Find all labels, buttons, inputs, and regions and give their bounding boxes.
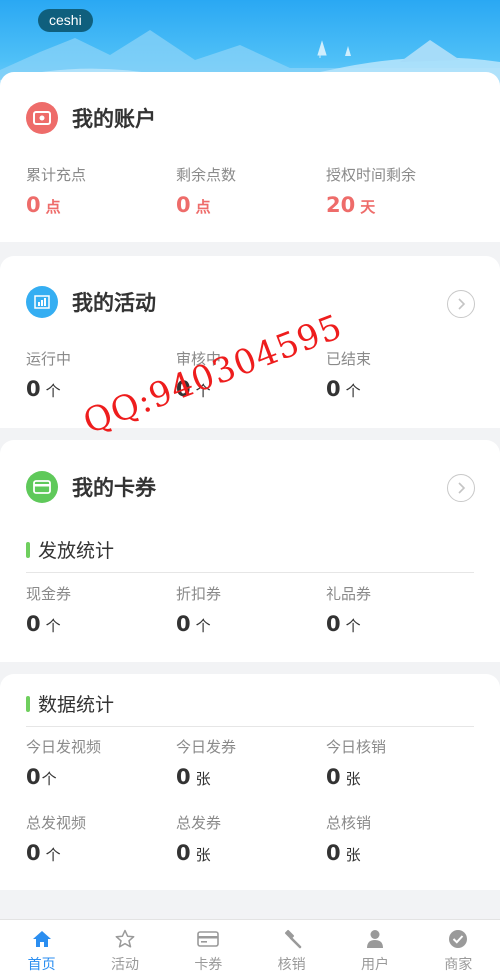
stat-value: 0个 [26,765,57,789]
stat-label: 折扣券 [176,585,222,603]
accent-bar [26,695,30,712]
stat-label: 今日发视频 [26,738,102,756]
stat-value: 0张 [176,841,211,865]
cards-header: 我的卡券 [26,471,156,503]
issue-stats-heading: 发放统计 [26,536,114,563]
stat-value: 0张 [326,841,361,865]
bottom-tab-bar: 首页 活动 卡券 核销 用户 商家 [0,919,500,980]
stat-ended: 已结束 0个 [326,348,476,401]
account-header: 我的账户 [26,102,156,134]
stat-value: 0个 [326,612,361,636]
stat-label: 总核销 [326,814,372,832]
stat-label: 已结束 [326,350,372,368]
stat-total-coupons: 总发券 0张 [176,812,326,865]
tab-home[interactable]: 首页 [0,920,83,980]
data-stats-heading: 数据统计 [26,690,114,717]
stat-cash-coupon: 现金券 0个 [26,583,176,636]
stat-value: 0个 [176,612,211,636]
stat-today-coupons: 今日发券 0张 [176,736,326,789]
tab-label: 商家 [444,957,473,973]
check-circle-icon [447,928,469,950]
tab-label: 用户 [360,957,389,973]
stat-value: 0点 [176,193,211,217]
stat-value: 0点 [26,193,61,217]
stat-label: 剩余点数 [176,166,237,184]
tab-label: 卡券 [194,957,223,973]
tab-merchant[interactable]: 商家 [417,920,500,980]
stat-discount-coupon: 折扣券 0个 [176,583,326,636]
chevron-right-icon[interactable] [447,474,475,502]
cards-card[interactable]: 我的卡券 发放统计 现金券 0个 折扣券 0个 礼品券 0个 [0,440,500,662]
divider [26,726,474,727]
stat-total-recharge: 累计充点 0点 [26,164,176,217]
bar-chart-icon [26,286,58,318]
account-title: 我的账户 [72,107,156,131]
credit-card-icon [26,471,58,503]
stat-value: 0个 [26,612,61,636]
account-card: 我的账户 累计充点 0点 剩余点数 0点 授权时间剩余 20 天 [0,72,500,242]
stat-gift-coupon: 礼品券 0个 [326,583,476,636]
tab-label: 首页 [27,957,56,973]
card-icon [197,928,220,950]
stat-remaining-points: 剩余点数 0点 [176,164,326,217]
stat-label: 运行中 [26,350,72,368]
data-stats-title: 数据统计 [38,694,115,716]
accent-bar [26,541,30,558]
stat-total-redeemed: 总核销 0张 [326,812,476,865]
stat-value: 0个 [26,841,61,865]
stat-value: 20 天 [326,193,376,217]
star-icon [114,928,136,950]
chevron-right-icon[interactable] [447,290,475,318]
stat-label: 礼品券 [326,585,372,603]
money-icon [26,102,58,134]
issue-stats-title: 发放统计 [38,540,115,562]
activity-header: 我的活动 [26,286,156,318]
stat-label: 今日发券 [176,738,237,756]
cards-title: 我的卡券 [72,476,156,500]
tab-redeem[interactable]: 核销 [250,920,333,980]
gavel-icon [281,928,303,950]
user-icon [364,928,386,950]
stat-value: 0个 [326,377,361,401]
tab-coupons[interactable]: 卡券 [167,920,250,980]
divider [26,572,474,573]
stat-label: 授权时间剩余 [326,166,417,184]
stat-label: 今日核销 [326,738,387,756]
stat-label: 累计充点 [26,166,87,184]
tab-users[interactable]: 用户 [333,920,416,980]
stat-value: 0张 [326,765,361,789]
username-badge[interactable]: ceshi [38,9,93,32]
stat-total-videos: 总发视频 0个 [26,812,176,865]
tab-activity[interactable]: 活动 [83,920,166,980]
stat-label: 现金券 [26,585,72,603]
stat-today-redeemed: 今日核销 0张 [326,736,476,789]
home-icon [31,928,53,950]
stat-value: 0张 [176,765,211,789]
activity-title: 我的活动 [72,291,156,315]
stat-label: 总发视频 [26,814,87,832]
stat-label: 总发券 [176,814,222,832]
tab-label: 核销 [277,957,306,973]
data-stats-card: 数据统计 今日发视频 0个 今日发券 0张 今日核销 0张 总发视频 0个 总发… [0,674,500,890]
tab-label: 活动 [110,957,139,973]
stat-auth-time-left: 授权时间剩余 20 天 [326,164,476,217]
stat-today-videos: 今日发视频 0个 [26,736,176,789]
